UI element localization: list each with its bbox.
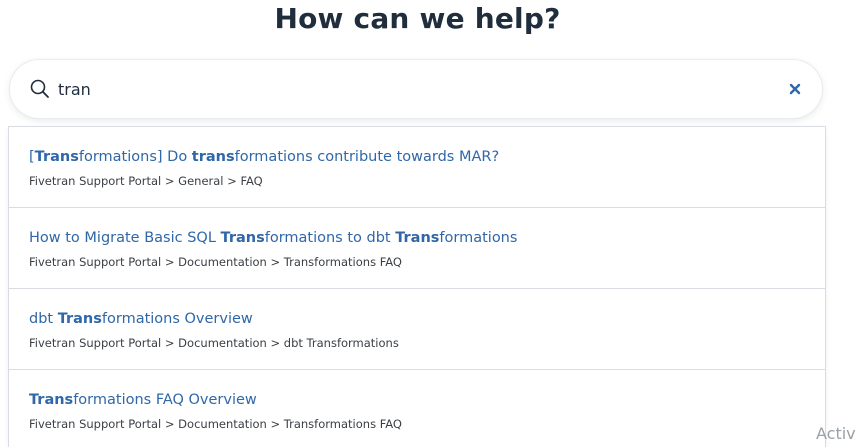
- title-part: formations Overview: [101, 311, 253, 327]
- result-breadcrumb: Fivetran Support Portal > Documentation …: [29, 417, 402, 431]
- title-part: dbt: [29, 311, 58, 327]
- title-part: formations to dbt: [264, 230, 396, 246]
- title-match: Trans: [34, 149, 79, 165]
- result-title[interactable]: Transformations FAQ Overview: [29, 392, 257, 408]
- result-title[interactable]: [Transformations] Do transformations con…: [29, 149, 499, 165]
- search-result-item[interactable]: Transformations FAQ Overview Fivetran Su…: [9, 370, 825, 447]
- search-results-dropdown: [Transformations] Do transformations con…: [9, 127, 825, 447]
- activate-windows-watermark: Activ: [816, 424, 855, 443]
- help-page: How can we help? [Transformations] Do tr…: [0, 0, 855, 447]
- search-box: [10, 60, 822, 118]
- page-title: How can we help?: [274, 2, 561, 35]
- result-title[interactable]: How to Migrate Basic SQL Transformations…: [29, 230, 517, 246]
- result-title[interactable]: dbt Transformations Overview: [29, 311, 253, 327]
- title-part: formations: [439, 230, 518, 246]
- search-result-item[interactable]: [Transformations] Do transformations con…: [9, 127, 825, 208]
- search-result-item[interactable]: dbt Transformations Overview Fivetran Su…: [9, 289, 825, 370]
- result-breadcrumb: Fivetran Support Portal > Documentation …: [29, 255, 402, 269]
- title-part: formations contribute towards MAR?: [234, 149, 500, 165]
- title-match: trans: [191, 149, 235, 165]
- result-breadcrumb: Fivetran Support Portal > General > FAQ: [29, 174, 263, 188]
- close-icon: [789, 83, 801, 95]
- search-result-item[interactable]: How to Migrate Basic SQL Transformations…: [9, 208, 825, 289]
- title-part: How to Migrate Basic SQL: [29, 230, 221, 246]
- search-icon: [28, 77, 52, 101]
- title-part: formations] Do: [78, 149, 192, 165]
- search-input[interactable]: [58, 75, 738, 103]
- title-match: Trans: [220, 230, 265, 246]
- result-breadcrumb: Fivetran Support Portal > Documentation …: [29, 336, 399, 350]
- title-match: Trans: [395, 230, 440, 246]
- title-match: Trans: [29, 392, 74, 408]
- title-part: formations FAQ Overview: [73, 392, 257, 408]
- clear-search-button[interactable]: [784, 78, 806, 100]
- title-match: Trans: [57, 311, 102, 327]
